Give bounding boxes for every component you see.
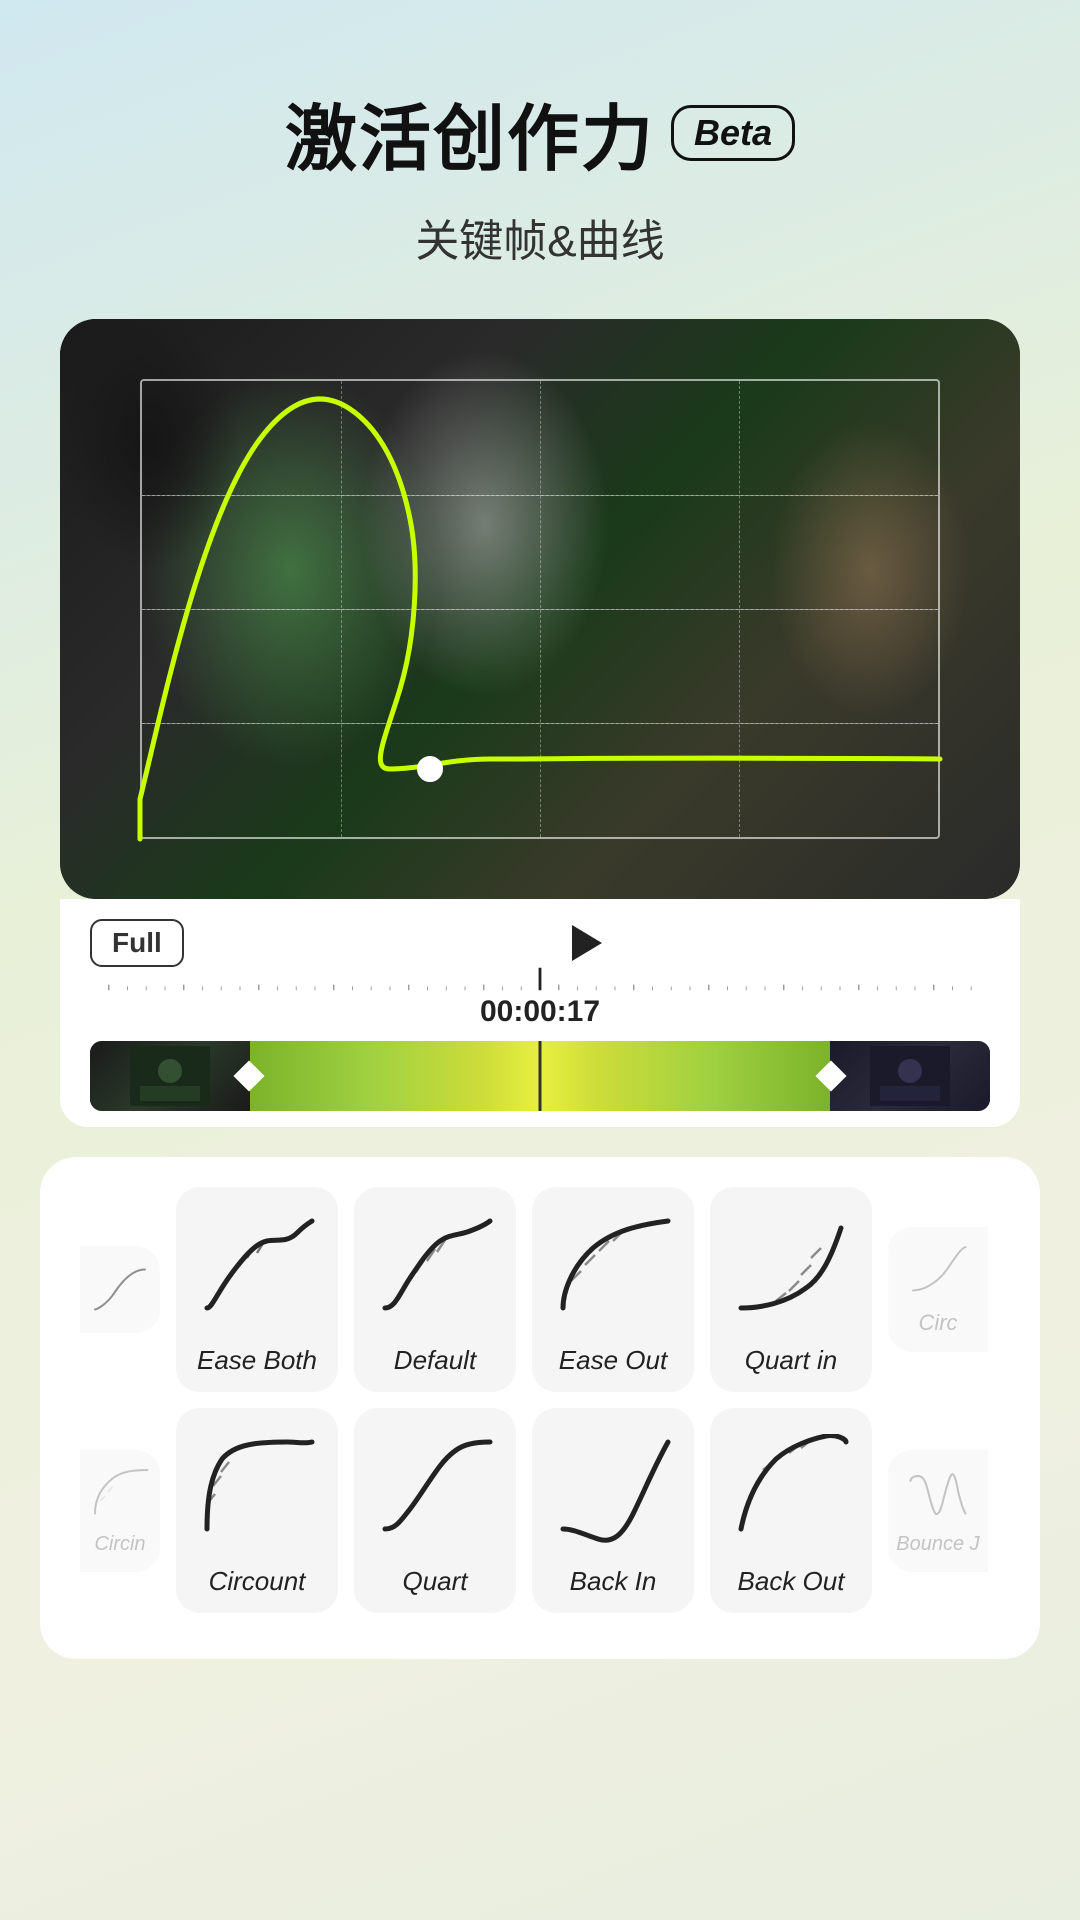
beta-badge: Beta bbox=[671, 105, 795, 161]
header: 激活创作力 Beta 关键帧&曲线 bbox=[0, 0, 1080, 299]
title-row: 激活创作力 Beta bbox=[0, 80, 1080, 185]
card-back-out[interactable]: Back Out bbox=[710, 1408, 872, 1613]
time-display: 00:00:17 bbox=[90, 995, 990, 1029]
main-title: 激活创作力 bbox=[285, 80, 655, 185]
full-badge[interactable]: Full bbox=[90, 919, 184, 967]
card-icon-circount bbox=[192, 1424, 322, 1554]
partial-label-circin: Circin bbox=[94, 1533, 145, 1556]
partial-card-left-1[interactable] bbox=[80, 1246, 160, 1333]
card-ease-both[interactable]: Ease Both bbox=[176, 1187, 338, 1392]
timeline-ruler: // This SVG script won't run; use HTML a… bbox=[90, 967, 990, 991]
card-quart-in[interactable]: Quart in bbox=[710, 1187, 872, 1392]
partial-card-right-1[interactable]: Circ bbox=[888, 1227, 988, 1352]
playhead[interactable] bbox=[539, 1041, 542, 1111]
partial-card-right-2[interactable]: Bounce J bbox=[888, 1450, 988, 1572]
play-button[interactable] bbox=[572, 925, 602, 961]
playback-controls: Full bbox=[90, 919, 990, 967]
thumb-left-dark bbox=[90, 1041, 250, 1111]
video-preview bbox=[60, 319, 1020, 899]
card-quart[interactable]: Quart bbox=[354, 1408, 516, 1613]
card-icon-quart bbox=[370, 1424, 500, 1554]
card-label-default: Default bbox=[394, 1345, 476, 1376]
partial-label-bounce-j: Bounce J bbox=[896, 1533, 979, 1556]
card-label-quart-in: Quart in bbox=[745, 1345, 838, 1376]
bezier-curve bbox=[60, 319, 1020, 899]
card-label-back-in: Back In bbox=[570, 1566, 657, 1597]
card-label-ease-out: Ease Out bbox=[559, 1345, 667, 1376]
card-label-ease-both: Ease Both bbox=[197, 1345, 317, 1376]
card-icon-ease-both bbox=[192, 1203, 322, 1333]
card-icon-quart-in bbox=[726, 1203, 856, 1333]
card-back-in[interactable]: Back In bbox=[532, 1408, 694, 1613]
card-label-circount: Circount bbox=[209, 1566, 306, 1597]
card-ease-out[interactable]: Ease Out bbox=[532, 1187, 694, 1392]
easing-row-1: Ease Both Default bbox=[60, 1187, 1020, 1392]
thumb-right-dark bbox=[830, 1041, 990, 1111]
card-default[interactable]: Default bbox=[354, 1187, 516, 1392]
card-icon-back-out bbox=[726, 1424, 856, 1554]
card-icon-ease-out bbox=[548, 1203, 678, 1333]
card-circount[interactable]: Circount bbox=[176, 1408, 338, 1613]
card-icon-default bbox=[370, 1203, 500, 1333]
subtitle: 关键帧&曲线 bbox=[0, 205, 1080, 269]
easing-cards-section: Ease Both Default bbox=[40, 1157, 1040, 1659]
playback-section: Full // This SVG script won't run; use H… bbox=[60, 899, 1020, 1127]
timeline-bar[interactable] bbox=[90, 1041, 990, 1111]
partial-card-left-2[interactable]: Circin bbox=[80, 1450, 160, 1572]
partial-label-circ: Circ bbox=[918, 1310, 957, 1336]
card-label-back-out: Back Out bbox=[738, 1566, 845, 1597]
easing-row-2: Circin Circount bbox=[60, 1408, 1020, 1613]
card-label-quart: Quart bbox=[402, 1566, 467, 1597]
card-icon-back-in bbox=[548, 1424, 678, 1554]
